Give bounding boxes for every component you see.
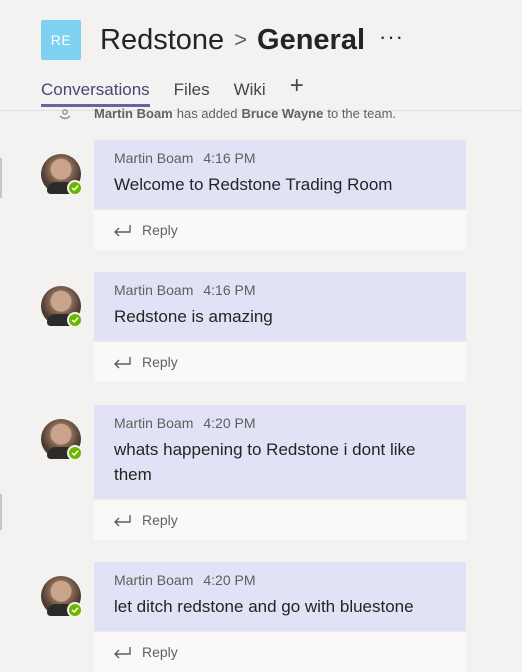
- message-meta: Martin Boam 4:20 PM: [114, 572, 446, 588]
- message-meta: Martin Boam 4:16 PM: [114, 282, 446, 298]
- system-target: Bruce Wayne: [241, 106, 324, 121]
- reply-label: Reply: [142, 354, 178, 370]
- message-time: 4:20 PM: [203, 572, 256, 588]
- message-text: Redstone is amazing: [114, 307, 273, 326]
- available-status-icon: [67, 312, 83, 328]
- unread-indicator: [0, 158, 2, 198]
- system-actor: Martin Boam: [94, 106, 173, 121]
- team-initials: RE: [50, 32, 72, 48]
- add-tab-icon[interactable]: +: [290, 74, 304, 98]
- reply-label: Reply: [142, 644, 178, 660]
- message-body[interactable]: Martin Boam 4:20 PM whats happening to Re…: [94, 405, 466, 499]
- chevron-right-icon: >: [234, 27, 248, 52]
- message-card: Martin Boam 4:16 PM Redstone is amazing R…: [94, 272, 466, 382]
- avatar[interactable]: [41, 419, 83, 461]
- reply-button[interactable]: Reply: [94, 341, 466, 382]
- message-time: 4:20 PM: [203, 415, 256, 431]
- message-card: Martin Boam 4:20 PM let ditch redstone an…: [94, 562, 466, 672]
- available-status-icon: [67, 602, 83, 618]
- message-card: Martin Boam 4:16 PM Welcome to Redstone T…: [94, 140, 466, 250]
- available-status-icon: [67, 180, 83, 196]
- message-time: 4:16 PM: [203, 150, 256, 166]
- reply-button[interactable]: Reply: [94, 209, 466, 250]
- reply-icon: [114, 357, 131, 369]
- message-text: Welcome to Redstone Trading Room: [114, 175, 393, 194]
- avatar[interactable]: [41, 154, 83, 196]
- reply-label: Reply: [142, 512, 178, 528]
- message-author[interactable]: Martin Boam: [114, 415, 193, 431]
- message-author[interactable]: Martin Boam: [114, 282, 193, 298]
- more-options-icon[interactable]: ···: [379, 24, 404, 50]
- message-card: Martin Boam 4:20 PM whats happening to Re…: [94, 405, 466, 540]
- message-time: 4:16 PM: [203, 282, 256, 298]
- reply-icon: [114, 647, 131, 659]
- tab-wiki[interactable]: Wiki: [234, 80, 266, 104]
- unread-indicator: [0, 494, 2, 530]
- reply-label: Reply: [142, 222, 178, 238]
- breadcrumb: Redstone > General ···: [100, 20, 404, 60]
- system-message: Martin Boam has added Bruce Wayne to the…: [58, 106, 396, 121]
- message-text: let ditch redstone and go with bluestone: [114, 597, 414, 616]
- channel-tabs: Conversations Files Wiki +: [41, 74, 304, 107]
- reply-icon: [114, 225, 131, 237]
- message-author[interactable]: Martin Boam: [114, 150, 193, 166]
- message-body[interactable]: Martin Boam 4:16 PM Welcome to Redstone T…: [94, 140, 466, 209]
- reply-button[interactable]: Reply: [94, 499, 466, 540]
- message-body[interactable]: Martin Boam 4:16 PM Redstone is amazing: [94, 272, 466, 341]
- avatar[interactable]: [41, 286, 83, 328]
- tab-conversations[interactable]: Conversations: [41, 80, 150, 107]
- message-author[interactable]: Martin Boam: [114, 572, 193, 588]
- tab-files[interactable]: Files: [174, 80, 210, 104]
- message-meta: Martin Boam 4:20 PM: [114, 415, 446, 431]
- team-avatar[interactable]: RE: [41, 20, 81, 60]
- message-meta: Martin Boam 4:16 PM: [114, 150, 446, 166]
- reply-icon: [114, 515, 131, 527]
- add-member-icon: [59, 108, 71, 119]
- channel-name: General: [257, 23, 366, 56]
- system-action: has added: [176, 106, 238, 121]
- system-suffix: to the team.: [327, 106, 397, 121]
- avatar[interactable]: [41, 576, 83, 618]
- channel-header: RE Redstone > General ··· Conversations …: [0, 0, 522, 110]
- available-status-icon: [67, 445, 83, 461]
- team-name[interactable]: Redstone: [100, 24, 224, 57]
- message-text: whats happening to Redstone i dont like …: [114, 440, 416, 484]
- message-body[interactable]: Martin Boam 4:20 PM let ditch redstone an…: [94, 562, 466, 631]
